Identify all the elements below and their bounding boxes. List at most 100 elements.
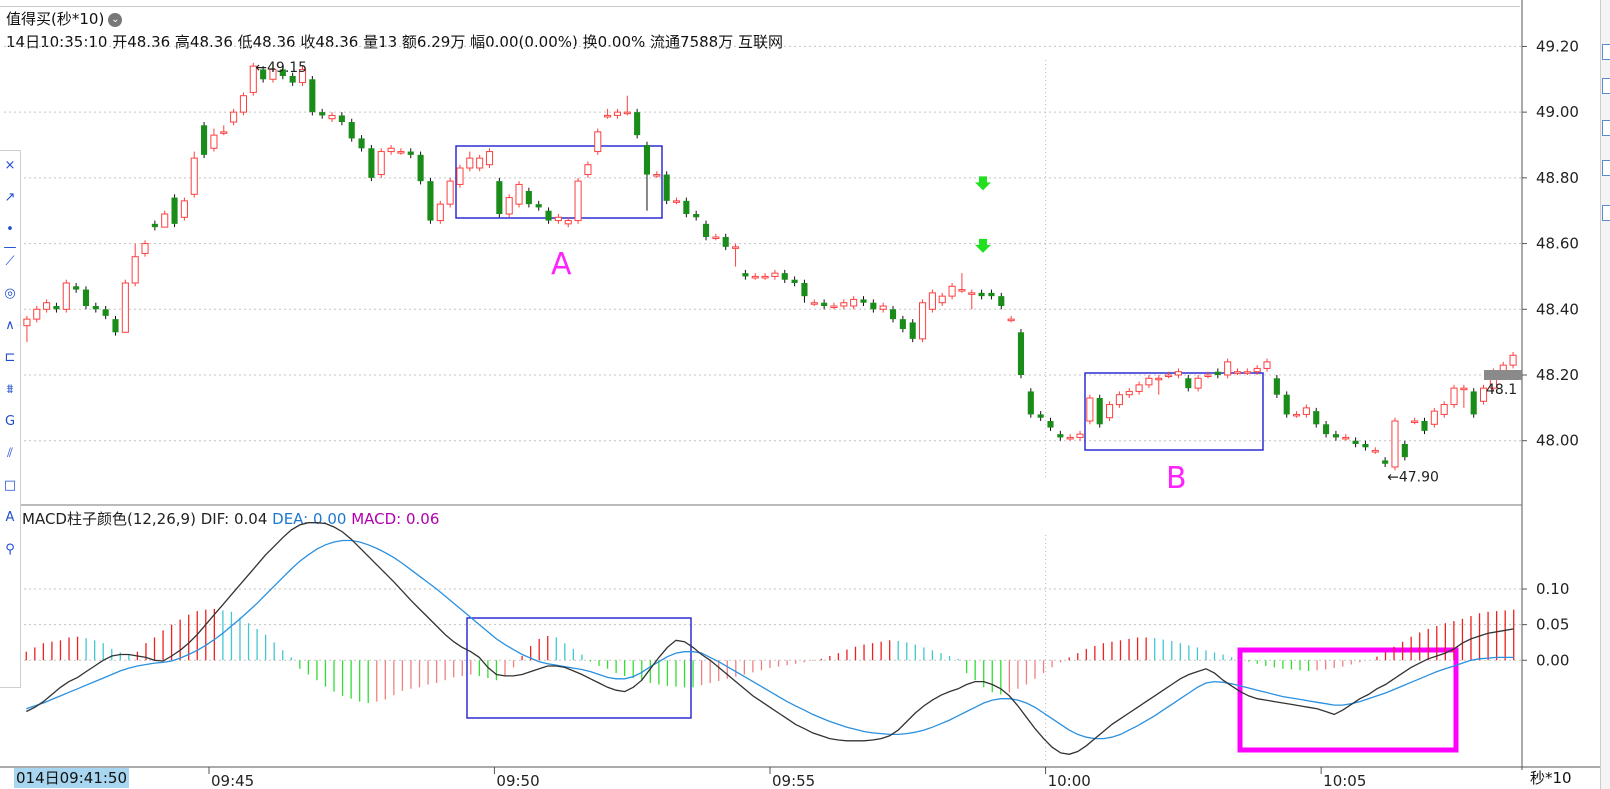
candle-body	[948, 285, 956, 297]
side-tool-5[interactable]	[1602, 205, 1610, 221]
candle-body	[1174, 371, 1182, 376]
drawing-tool-8-icon[interactable]: ⩩	[1, 381, 19, 399]
drawing-tool-2-icon[interactable]: ↗	[1, 189, 19, 207]
candle-body	[958, 289, 966, 292]
candle-body	[358, 138, 365, 149]
candle-body	[889, 309, 897, 320]
candle-body	[417, 154, 424, 182]
drawing-tool-6-icon[interactable]: ∧	[1, 317, 19, 335]
candle-body	[1214, 371, 1221, 375]
drawing-tool-5-icon[interactable]: ◎	[1, 285, 19, 303]
drawing-tool-9-icon[interactable]: G	[1, 413, 19, 431]
candle-body	[604, 114, 612, 118]
candle-body	[1145, 377, 1153, 386]
candle-body	[397, 151, 405, 154]
candle-body	[683, 200, 690, 214]
drawing-tool-11-icon[interactable]: □	[1, 477, 19, 495]
candle-body	[1007, 318, 1015, 322]
candle-body	[407, 151, 414, 155]
candle-body	[663, 174, 670, 201]
drawing-tool-4-icon[interactable]: ⟋	[1, 253, 19, 271]
candle-body	[141, 243, 149, 254]
dif-line	[26, 522, 1514, 755]
macd-tick-label: 0.00	[1536, 651, 1569, 669]
drawing-tool-7-icon[interactable]: ⊏	[1, 349, 19, 367]
candle-body	[751, 275, 759, 279]
annotation-label-b: B	[1166, 461, 1187, 496]
candle-body	[623, 111, 631, 115]
candle-body	[1096, 398, 1103, 425]
time-cursor-label: 014日09:41:50	[14, 768, 130, 788]
candle-body	[1302, 407, 1310, 415]
last-price-label: 48.1	[1486, 382, 1517, 398]
time-tick-label: 09:55	[772, 772, 815, 789]
annotation-boxes	[455, 145, 1459, 753]
candle-body	[928, 292, 936, 310]
chart-canvas[interactable]: 49.20 49.00 48.80 48.60 48.40 48.20 48.00 09:45…	[0, 0, 1600, 789]
candle-body	[535, 204, 542, 208]
candle-body	[476, 157, 484, 169]
candle-body	[722, 237, 729, 247]
candle-body	[1283, 394, 1290, 415]
candle-body	[574, 180, 582, 222]
side-tool-1[interactable]	[1602, 44, 1610, 60]
candle-body	[171, 197, 178, 224]
drawing-tool-13-icon[interactable]: ⚲	[1, 541, 19, 559]
drawing-tool-12-icon[interactable]: A	[1, 509, 19, 527]
candle-body	[1027, 391, 1034, 415]
candle-body	[62, 282, 70, 310]
drawing-tool-3-icon[interactable]: •—	[1, 221, 19, 255]
time-tick-label: 10:05	[1323, 772, 1366, 789]
candle-body	[161, 213, 169, 228]
candle-body	[180, 200, 188, 218]
candle-body	[525, 191, 532, 205]
candle-body	[1194, 377, 1202, 389]
candle-body	[121, 282, 129, 333]
candle-body	[1125, 390, 1133, 396]
candle-body	[1391, 420, 1399, 468]
box-macd-b	[1237, 647, 1459, 753]
candle-body	[102, 309, 109, 316]
candle-body	[1371, 450, 1379, 453]
candle-body	[348, 122, 355, 139]
candle-body	[1086, 397, 1094, 422]
candle-body	[712, 236, 720, 239]
candle-body	[702, 223, 710, 237]
candle-body	[1185, 378, 1192, 389]
candle-body	[1047, 421, 1054, 428]
candle-body	[742, 273, 749, 277]
down-arrow-icon	[975, 176, 991, 191]
side-tool-2[interactable]	[1602, 78, 1610, 94]
price-tick-label: 49.00	[1536, 103, 1579, 121]
candle-body	[830, 305, 838, 308]
candle-body	[634, 112, 641, 136]
candle-body	[53, 306, 60, 310]
candle-body	[1352, 440, 1359, 444]
drawing-tool-1-icon[interactable]: ×	[1, 157, 19, 175]
candle-body	[693, 214, 700, 218]
candle-body	[821, 302, 828, 306]
candle-body	[131, 256, 139, 284]
candle-body	[151, 223, 158, 228]
candle-body	[594, 131, 602, 153]
candle-body	[1057, 434, 1064, 438]
price-tick-label: 48.40	[1536, 300, 1579, 318]
candle-body	[1076, 433, 1084, 438]
candle-body	[210, 134, 218, 149]
drawing-tool-10-icon[interactable]: ⫽	[1, 445, 19, 463]
box-macd-a	[466, 617, 692, 719]
candle-body	[998, 296, 1005, 306]
candle-body	[43, 302, 51, 310]
period-selector[interactable]: 秒*10	[1530, 767, 1572, 788]
candle-body	[1382, 460, 1389, 464]
side-tool-4[interactable]	[1602, 160, 1610, 176]
price-tick-label: 48.60	[1536, 235, 1579, 253]
candle-body	[446, 180, 454, 205]
high-marker: ←49.15	[255, 60, 307, 76]
side-tool-3[interactable]	[1602, 120, 1610, 136]
candle-body	[1037, 414, 1044, 418]
candle-body	[338, 115, 345, 122]
candle-body	[781, 273, 788, 280]
candle-body	[1273, 378, 1280, 395]
candle-body	[1253, 367, 1261, 373]
